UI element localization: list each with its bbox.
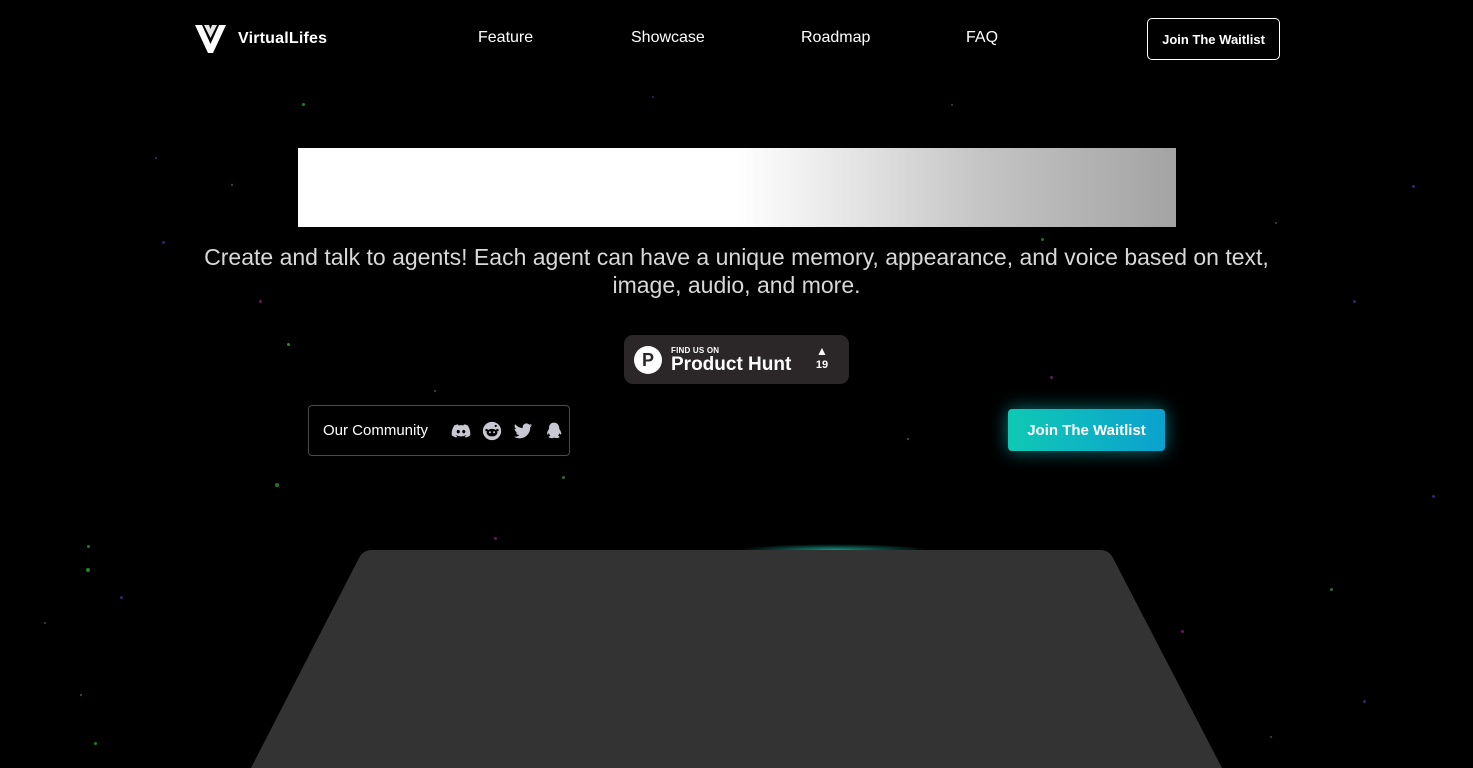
brand-name: VirtualLifes (238, 30, 328, 47)
brand-link[interactable]: VirtualLifes (195, 25, 327, 53)
product-hunt-icon: P (634, 346, 662, 374)
nav-link-showcase[interactable]: Showcase (631, 29, 705, 47)
virtuallifes-logo-icon (195, 25, 226, 53)
vote-count: 19 (815, 359, 829, 371)
join-waitlist-button[interactable]: Join The Waitlist (1008, 409, 1165, 451)
community-label: Our Community (323, 422, 429, 439)
nav-join-waitlist-button[interactable]: Join The Waitlist (1147, 18, 1280, 60)
community-box: Our Community (308, 405, 570, 456)
qq-icon[interactable] (544, 421, 564, 441)
product-hunt-votes: ▲ 19 (810, 344, 834, 372)
product-hunt-badge[interactable]: P FIND US ON Product Hunt ▲ 19 (624, 335, 849, 384)
preview-stage (0, 540, 1473, 768)
hero-tagline: Create and talk to agents! Each agent ca… (204, 244, 1269, 298)
upvote-icon: ▲ (816, 344, 828, 358)
nav-link-feature[interactable]: Feature (478, 29, 533, 47)
top-nav: VirtualLifes Feature Showcase Roadmap FA… (0, 0, 1473, 78)
discord-icon[interactable] (451, 421, 471, 441)
reddit-icon[interactable] (482, 421, 502, 441)
twitter-icon[interactable] (513, 421, 533, 441)
preview-stage-shape (251, 544, 1222, 768)
nav-link-roadmap[interactable]: Roadmap (801, 29, 870, 47)
landing-page: VirtualLifes Feature Showcase Roadmap FA… (0, 0, 1473, 768)
product-hunt-title: Product Hunt (671, 354, 792, 375)
nav-link-faq[interactable]: FAQ (966, 29, 998, 47)
hero-title-banner (298, 148, 1176, 227)
